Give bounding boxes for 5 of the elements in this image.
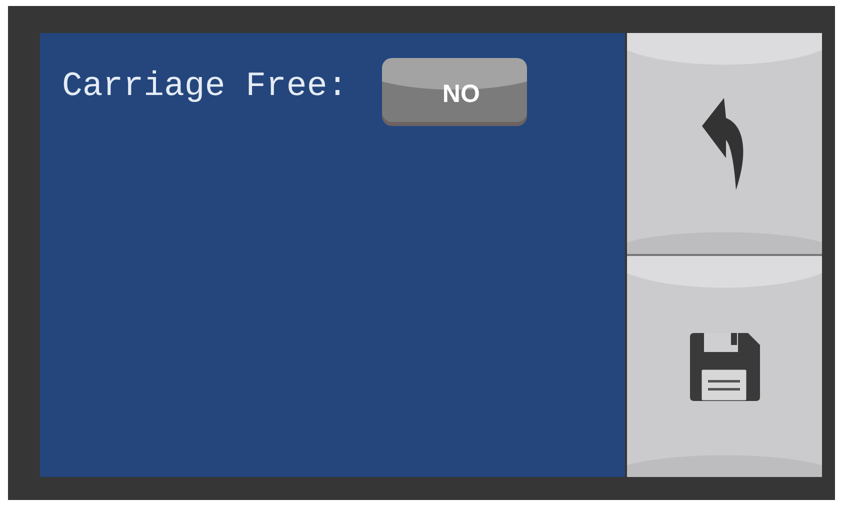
save-button[interactable] bbox=[627, 256, 822, 477]
setting-label: Carriage Free: bbox=[62, 68, 348, 106]
save-icon bbox=[690, 332, 760, 400]
back-button[interactable] bbox=[627, 33, 822, 254]
toggle-button[interactable]: NO bbox=[382, 58, 527, 126]
